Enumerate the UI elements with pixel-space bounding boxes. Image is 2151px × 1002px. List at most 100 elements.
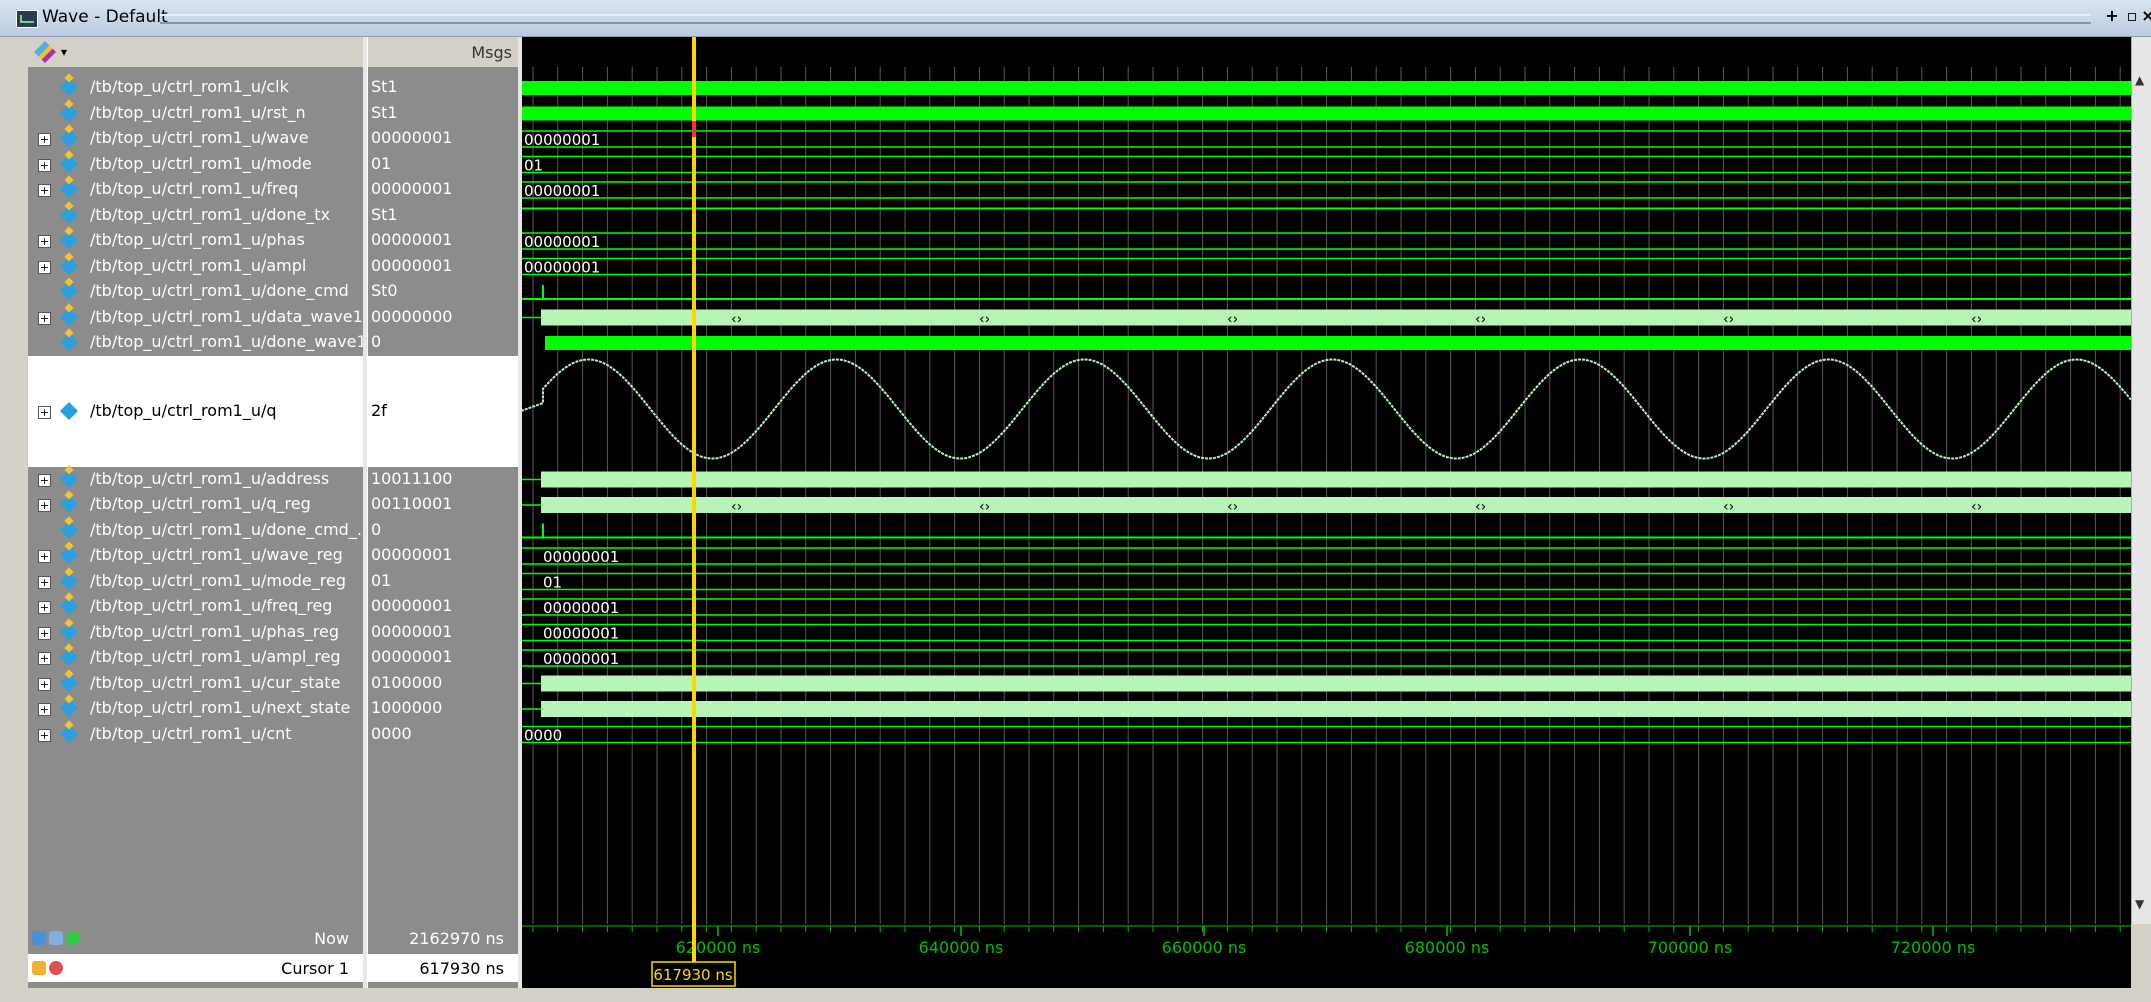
expand-icon[interactable]: + [38,158,51,172]
signal-row[interactable]: + /tb/top_u/ctrl_rom1_u/freq_reg [28,594,363,620]
signal-name: /tb/top_u/ctrl_rom1_u/rst_n [90,102,306,122]
signal-row[interactable]: + /tb/top_u/ctrl_rom1_u/ampl [28,254,363,280]
signal-name: /tb/top_u/ctrl_rom1_u/next_state [90,698,351,718]
signal-row[interactable]: + /tb/top_u/ctrl_rom1_u/cur_state [28,671,363,697]
insert-cursor-icon[interactable] [32,931,46,945]
wave-style-icon[interactable] [34,41,56,63]
signal-value: 0 [371,332,382,352]
signal-row[interactable]: /tb/top_u/ctrl_rom1_u/done_wave1 [28,330,367,356]
signal-value: 2f [368,355,518,467]
cursor-value-row[interactable]: 617930 ns [368,954,518,982]
chevron-down-icon[interactable]: ▾ [61,45,67,59]
signal-row[interactable]: + /tb/top_u/ctrl_rom1_u/mode [28,152,363,178]
signal-icon [59,699,79,718]
signal-row[interactable]: + /tb/top_u/ctrl_rom1_u/next_state [28,696,363,722]
window-titlebar[interactable]: Wave - Default + ▫ × [0,0,2151,37]
pane-splitter-values[interactable] [518,37,522,998]
cursor-values-pane: 2162970 ns 617930 ns [366,924,518,998]
signal-row[interactable]: + /tb/top_u/ctrl_rom1_u/phas_reg [28,620,363,646]
signal-name: /tb/top_u/ctrl_rom1_u/ampl [90,255,307,275]
expand-icon[interactable]: + [38,235,51,249]
bus-value-label: 00000001 [524,131,600,149]
expand-icon[interactable]: + [38,499,51,513]
signal-name: /tb/top_u/ctrl_rom1_u/wave [90,128,309,148]
scroll-down-icon[interactable]: ▼ [2135,897,2144,911]
signal-row[interactable]: + /tb/top_u/ctrl_rom1_u/q [28,355,363,467]
expand-icon[interactable]: + [38,550,51,564]
expand-icon[interactable]: + [38,184,51,198]
expand-icon[interactable]: + [38,311,51,325]
signal-name: /tb/top_u/ctrl_rom1_u/clk [90,77,289,97]
signal-row[interactable]: + /tb/top_u/ctrl_rom1_u/wave_reg [28,543,363,569]
dense-bus-wave [541,471,2131,488]
cursor-row[interactable]: Cursor 1 [28,954,363,982]
signal-name: /tb/top_u/ctrl_rom1_u/cur_state [90,672,341,692]
signal-row[interactable]: + /tb/top_u/ctrl_rom1_u/wave [28,126,363,152]
waveform-pane[interactable]: 00000001 01 00000001 00000001 00000001 ‹› ‹› ‹›… [521,37,2131,924]
signal-row[interactable]: /tb/top_u/ctrl_rom1_u/done_tx [28,203,363,229]
now-value-row: 2162970 ns [368,924,518,952]
cursor-time-label: 617930 ns [653,966,733,984]
signal-row[interactable]: + /tb/top_u/ctrl_rom1_u/phas [28,228,363,254]
lock-icon[interactable] [32,961,46,975]
left-strip [0,37,20,998]
bus-value-label: 01 [524,157,543,175]
vertical-scrollbar[interactable]: ▲ ▼ [2131,37,2151,924]
signal-row[interactable]: /tb/top_u/ctrl_rom1_u/clk [28,75,363,101]
signal-row[interactable]: + /tb/top_u/ctrl_rom1_u/data_wave1 [28,305,363,331]
signal-value: St1 [371,77,398,97]
add-icon[interactable]: + [2104,8,2120,24]
signal-row[interactable]: + /tb/top_u/ctrl_rom1_u/freq [28,177,363,203]
signal-names-pane: /tb/top_u/ctrl_rom1_u/clk/tb/top_u/ctrl_… [28,67,372,924]
scroll-up-icon[interactable]: ▲ [2135,73,2144,87]
expand-icon[interactable]: + [38,677,51,691]
signal-row[interactable]: + /tb/top_u/ctrl_rom1_u/ampl_reg [28,645,363,671]
signal-value: 00000001 [371,545,453,565]
expand-icon[interactable]: + [38,405,51,419]
cursor-row-icons [32,960,92,978]
signal-value: 0 [371,519,382,539]
signal-row[interactable]: /tb/top_u/ctrl_rom1_u/done_cmd_... [28,518,372,544]
signal-value: 0000 [371,723,412,743]
signal-icon [59,154,79,173]
transition-mark: ‹› [979,499,990,515]
expand-icon[interactable]: + [38,728,51,742]
edit-cursor-icon[interactable] [49,931,63,945]
signal-row[interactable]: + /tb/top_u/ctrl_rom1_u/address [28,467,363,493]
signal-icon [59,256,79,275]
now-label: Now [314,929,349,948]
undock-icon[interactable]: ▫ [2124,8,2140,24]
time-ruler[interactable]: 620000 ns 640000 ns 660000 ns 680000 ns 7000… [521,924,2131,998]
signal-row[interactable]: + /tb/top_u/ctrl_rom1_u/mode_reg [28,569,363,595]
ruler-tick-label: 720000 ns [1891,938,1976,957]
signal-row[interactable]: + /tb/top_u/ctrl_rom1_u/cnt [28,722,363,748]
signal-row[interactable]: /tb/top_u/ctrl_rom1_u/rst_n [28,101,363,127]
signal-row[interactable]: + /tb/top_u/ctrl_rom1_u/q_reg [28,492,363,518]
expand-icon[interactable]: + [38,703,51,717]
signal-value: 00000001 [371,621,453,641]
signal-icon [59,333,79,352]
cursor-value: 617930 ns [419,959,504,978]
titlebar-grip[interactable] [160,14,2091,24]
signal-value: 00000001 [371,647,453,667]
horizontal-scrollbar[interactable] [0,988,2151,998]
signal-row[interactable]: /tb/top_u/ctrl_rom1_u/done_cmd [28,279,363,305]
expand-icon[interactable]: + [38,652,51,666]
expand-icon[interactable]: + [38,626,51,640]
signal-icon [59,571,79,590]
signal-name: /tb/top_u/ctrl_rom1_u/wave_reg [90,545,343,565]
window-title: Wave - Default [42,7,168,27]
expand-icon[interactable]: + [38,473,51,487]
close-icon[interactable]: × [2140,8,2151,24]
signal-icon [59,401,79,420]
pane-splitter-names[interactable] [363,37,367,998]
expand-icon[interactable]: + [38,260,51,274]
signal-value: St1 [371,102,398,122]
signal-value: 00110001 [371,494,453,514]
expand-icon[interactable]: + [38,133,51,147]
add-cursor-icon[interactable] [66,931,80,945]
expand-icon[interactable]: + [38,601,51,615]
expand-icon[interactable]: + [38,575,51,589]
delete-cursor-icon[interactable] [49,961,63,975]
transition-mark: ‹› [1971,499,1982,515]
